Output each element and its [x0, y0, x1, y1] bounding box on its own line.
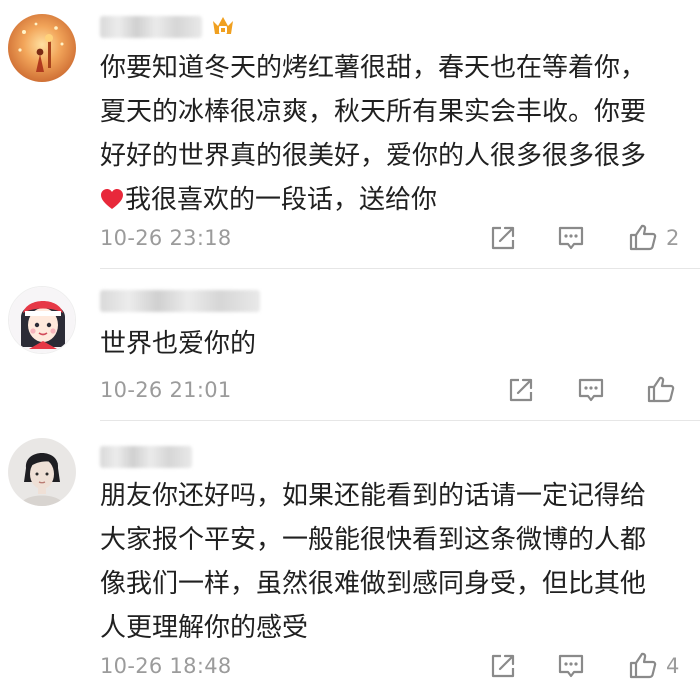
comment-text: 朋友你还好吗，如果还能看到的话请一定记得给 大家报个平安，一般能很快看到这条微博… — [100, 481, 647, 643]
reply-button[interactable] — [556, 651, 586, 681]
share-icon — [491, 654, 515, 678]
share-button[interactable] — [488, 651, 518, 681]
share-icon — [509, 378, 533, 402]
like-button[interactable] — [646, 374, 676, 404]
comment-timestamp: 10-26 23:18 — [100, 226, 232, 250]
thumbs-up-icon — [629, 652, 657, 679]
like-count: 4 — [666, 654, 680, 678]
like-button[interactable] — [628, 650, 658, 680]
comment-icon — [558, 654, 584, 678]
thumbs-up-icon — [647, 376, 675, 403]
vip-crown-icon — [210, 12, 236, 38]
reply-button[interactable] — [556, 223, 586, 253]
like-count: 2 — [666, 226, 680, 250]
avatar[interactable] — [8, 438, 76, 506]
username-blurred[interactable] — [100, 16, 202, 38]
reply-button[interactable] — [576, 375, 606, 405]
username-blurred[interactable] — [100, 290, 260, 312]
comment-icon — [578, 378, 604, 402]
comment-text: 你要知道冬天的烤红薯很甜，春天也在等着你， 夏天的冰棒很凉爽，秋天所有果实会丰收… — [100, 53, 647, 215]
comment-icon — [558, 226, 584, 250]
share-icon — [491, 226, 515, 250]
thumbs-up-icon — [629, 224, 657, 251]
comment-timestamp: 10-26 18:48 — [100, 654, 232, 678]
username-blurred[interactable] — [100, 446, 192, 468]
share-button[interactable] — [488, 223, 518, 253]
comment-text: 世界也爱你的 — [100, 329, 257, 359]
avatar[interactable] — [8, 286, 76, 354]
divider — [100, 268, 700, 269]
heart-emoji-icon — [100, 180, 124, 209]
like-button[interactable] — [628, 222, 658, 252]
share-button[interactable] — [506, 375, 536, 405]
divider — [100, 420, 700, 421]
avatar[interactable] — [8, 14, 76, 82]
comment-timestamp: 10-26 21:01 — [100, 378, 232, 402]
